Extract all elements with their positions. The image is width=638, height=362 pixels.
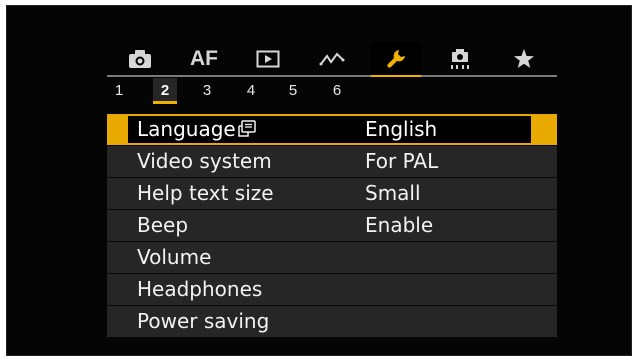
page-6[interactable]: 6 [325,78,349,104]
tab-af-label: AF [190,47,218,70]
menu-item-label: Video system [137,149,272,173]
menu-item-value: For PAL [365,149,439,173]
page-2[interactable]: 2 [153,78,177,104]
menu-item-value: English [365,117,438,141]
menu-item-help-text-size[interactable]: Help text size Small [107,178,557,209]
setup-menu-list: Language English Video system For PAL He… [107,114,557,338]
tab-underline [107,75,557,77]
menu-item-video-system[interactable]: Video system For PAL [107,146,557,177]
language-icon [237,120,256,137]
page-4[interactable]: 4 [239,78,263,104]
menu-item-label: Beep [137,213,189,237]
tab-setup[interactable] [371,42,421,76]
menu-tab-bar: AF [107,42,557,77]
wrench-icon [387,50,405,68]
menu-item-label-wrap: Language [137,117,257,142]
tab-shooting[interactable] [115,42,165,76]
custom-function-icon [451,49,469,69]
menu-item-language[interactable]: Language English [107,114,557,145]
tab-my-menu[interactable] [499,42,549,76]
menu-item-power-saving[interactable]: Power saving [107,306,557,337]
wireless-icon [319,52,345,66]
menu-item-headphones[interactable]: Headphones [107,274,557,305]
camera-menu-screen: AF 1 2 3 4 5 6 Language English Video sy… [6,5,632,356]
page-number-row: 1 2 3 4 5 6 [107,78,407,104]
menu-item-label: Volume [137,245,212,269]
menu-item-label: Headphones [137,277,263,301]
menu-item-beep[interactable]: Beep Enable [107,210,557,241]
page-3[interactable]: 3 [195,78,219,104]
page-5[interactable]: 5 [281,78,305,104]
tab-playback[interactable] [243,42,293,76]
tab-af[interactable]: AF [179,42,229,76]
camera-icon [129,50,151,68]
menu-item-value: Small [365,181,421,205]
star-icon [514,49,534,68]
tab-custom-functions[interactable] [435,42,485,76]
page-1[interactable]: 1 [107,78,131,104]
active-tab-indicator [371,75,421,77]
menu-item-label: Language [137,117,236,141]
tab-wireless[interactable] [307,42,357,76]
menu-item-label: Help text size [137,181,274,205]
menu-item-label: Power saving [137,309,270,333]
menu-item-value: Enable [365,213,434,237]
menu-item-volume[interactable]: Volume [107,242,557,273]
playback-icon [256,50,280,68]
